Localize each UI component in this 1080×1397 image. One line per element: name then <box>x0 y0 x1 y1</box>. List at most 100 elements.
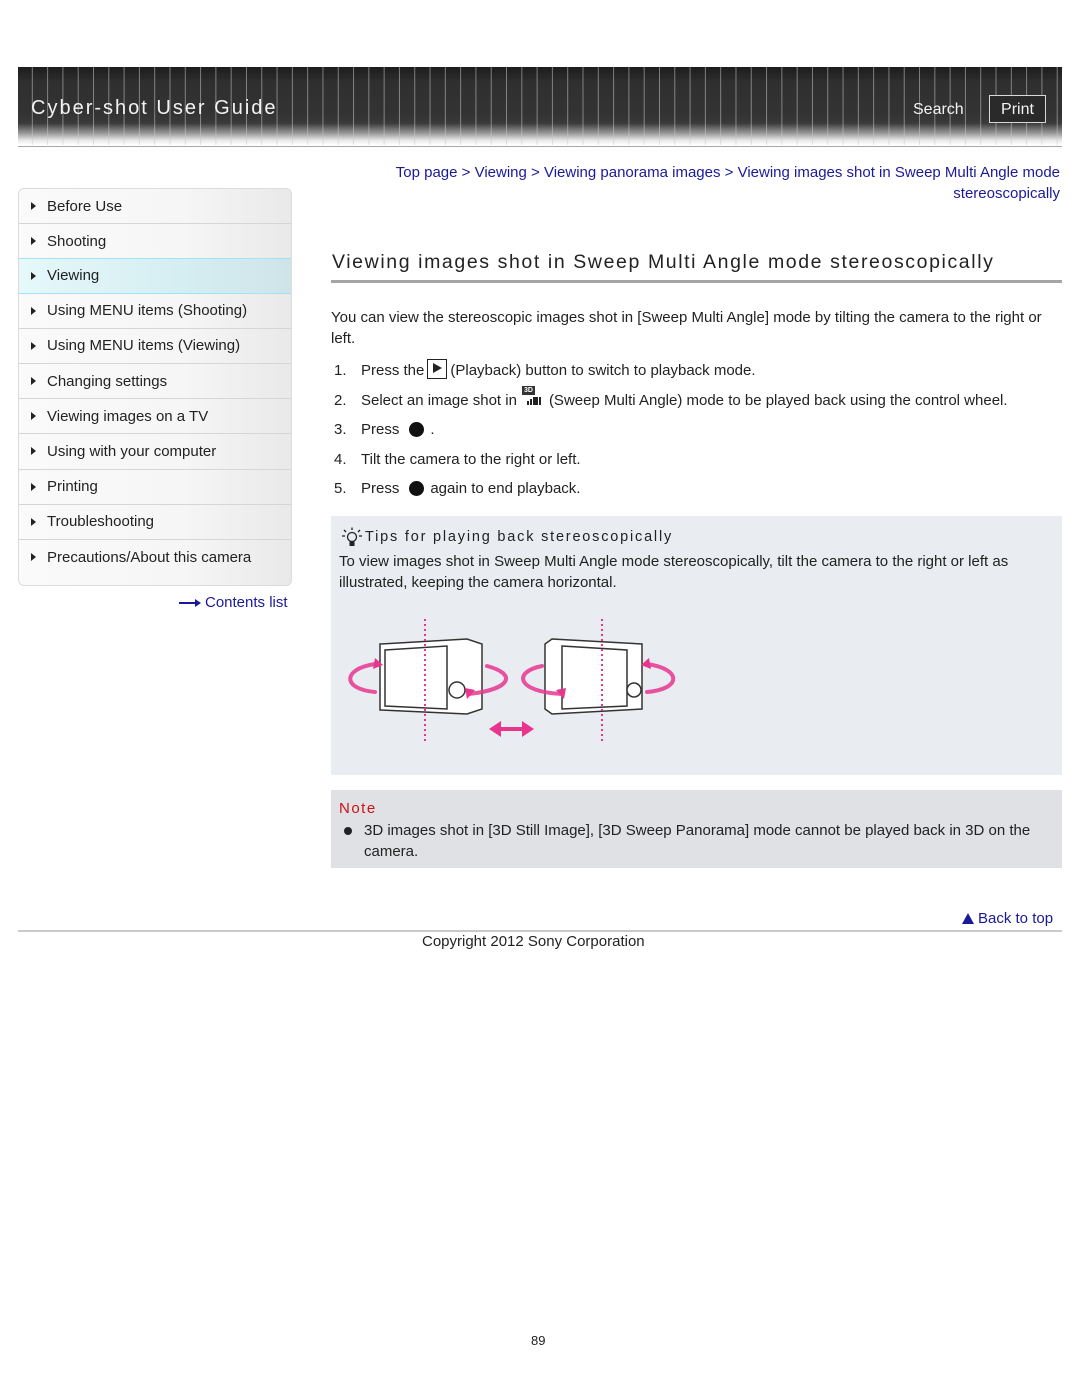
sidebar-item-label: Viewing images on a TV <box>47 407 209 425</box>
note-title: Note <box>339 800 377 817</box>
step-number: 5. <box>334 480 347 498</box>
sidebar-item-label: Before Use <box>47 197 123 215</box>
sidebar-item-menu-viewing[interactable]: Using MENU items (Viewing) <box>19 329 291 364</box>
double-arrow-icon <box>489 721 534 737</box>
lightbulb-icon <box>341 527 363 547</box>
back-to-top-link[interactable]: Back to top <box>962 910 1053 927</box>
step-number: 3. <box>334 421 347 439</box>
triangle-right-icon <box>31 553 36 562</box>
sidebar-item-changing-settings[interactable]: Changing settings <box>19 364 291 400</box>
step-text: Select an image shot in <box>361 391 517 409</box>
page-title: Viewing images shot in Sweep Multi Angle… <box>332 251 995 273</box>
breadcrumb-viewing-panorama[interactable]: Viewing panorama images <box>544 164 721 181</box>
step-item: 3. Press . <box>334 415 1064 445</box>
triangle-right-icon <box>31 517 36 526</box>
triangle-right-icon <box>31 202 36 211</box>
rotate-arrow <box>348 662 377 694</box>
step-item: 4. Tilt the camera to the right or left. <box>334 445 1064 475</box>
step-text: (Sweep Multi Angle) mode to be played ba… <box>548 391 1008 409</box>
sidebar-item-printing[interactable]: Printing <box>19 470 291 505</box>
breadcrumb-viewing[interactable]: Viewing <box>475 164 527 181</box>
step-number: 4. <box>334 450 347 468</box>
center-button-icon <box>409 481 425 497</box>
triangle-right-icon <box>31 377 36 386</box>
step-text: (Playback) button to switch to playback … <box>450 362 756 380</box>
sidebar-item-label: Precautions/About this camera <box>47 548 252 566</box>
sidebar-item-troubleshooting[interactable]: Troubleshooting <box>19 505 291 540</box>
bullet-icon <box>344 827 352 835</box>
triangle-right-icon <box>31 237 36 246</box>
tilt-camera-illustration <box>348 619 676 744</box>
breadcrumb-top-page[interactable]: Top page <box>396 164 458 181</box>
note-box: Note 3D images shot in [3D Still Image],… <box>331 790 1062 868</box>
sidebar-item-shooting[interactable]: Shooting <box>19 224 291 260</box>
sidebar-item-label: Using MENU items (Shooting) <box>47 302 248 320</box>
camera-tilted-left <box>379 638 483 715</box>
triangle-right-icon <box>31 412 36 421</box>
sidebar-item-menu-shooting[interactable]: Using MENU items (Shooting) <box>19 294 291 329</box>
title-divider <box>331 280 1062 283</box>
sidebar-item-viewing[interactable]: Viewing <box>19 258 291 294</box>
sidebar-item-label: Shooting <box>47 232 107 250</box>
sidebar-item-precautions[interactable]: Precautions/About this camera <box>19 540 291 575</box>
sidebar-item-label: Troubleshooting <box>47 513 155 531</box>
breadcrumb: Top page > Viewing > Viewing panorama im… <box>340 162 1060 204</box>
sidebar-item-before-use[interactable]: Before Use <box>19 189 291 225</box>
sidebar-item-computer[interactable]: Using with your computer <box>19 434 291 470</box>
contents-list-link[interactable]: Contents list <box>179 594 288 611</box>
sidebar-item-label: Printing <box>47 478 98 496</box>
tips-heading: Tips for playing back stereoscopically <box>341 527 673 547</box>
guide-title: Cyber-shot User Guide <box>31 97 278 119</box>
step-item: 2. Select an image shot in 3D (Sweep Mul… <box>334 386 1064 416</box>
breadcrumb-separator: > <box>720 164 738 181</box>
step-item: 5. Press again to end playback. <box>334 474 1064 504</box>
sidebar-item-label: Using with your computer <box>47 442 217 460</box>
tips-box: Tips for playing back stereoscopically T… <box>331 516 1062 775</box>
triangle-right-icon <box>31 271 36 280</box>
sidebar-item-viewing-on-tv[interactable]: Viewing images on a TV <box>19 399 291 435</box>
header-banner: Cyber-shot User Guide Search Print <box>18 67 1062 145</box>
step-number: 2. <box>334 391 347 409</box>
note-item-text: 3D images shot in [3D Still Image], [3D … <box>364 822 1031 860</box>
triangle-right-icon <box>31 447 36 456</box>
arrow-right-icon <box>179 598 201 607</box>
intro-paragraph: You can view the stereoscopic images sho… <box>331 309 1042 347</box>
breadcrumb-separator: > <box>457 164 475 181</box>
sweep-multi-angle-icon: 3D <box>520 386 546 408</box>
print-button[interactable]: Print <box>989 95 1046 123</box>
step-text: Press <box>361 421 400 439</box>
sidebar-item-label: Using MENU items (Viewing) <box>47 337 241 355</box>
tips-text: To view images shot in Sweep Multi Angle… <box>339 553 1009 591</box>
triangle-right-icon <box>31 341 36 350</box>
back-to-top-label: Back to top <box>978 910 1054 927</box>
center-button-icon <box>409 422 425 438</box>
page-number: 89 <box>531 1333 546 1348</box>
camera-tilted-right <box>544 638 643 715</box>
triangle-right-icon <box>31 306 36 315</box>
note-item: 3D images shot in [3D Still Image], [3D … <box>340 820 1055 862</box>
step-text: Press the <box>361 362 425 380</box>
steps-list: 1. Press the (Playback) button to switch… <box>334 356 1064 504</box>
triangle-up-icon <box>962 913 974 924</box>
step-text: . <box>430 421 435 439</box>
step-text: Tilt the camera to the right or left. <box>361 450 581 468</box>
sidebar-nav: Before Use Shooting Viewing Using MENU i… <box>18 188 292 586</box>
step-number: 1. <box>334 362 347 380</box>
footer-divider <box>18 930 1062 932</box>
triangle-right-icon <box>31 482 36 491</box>
header-divider <box>18 146 1062 147</box>
playback-icon <box>427 358 448 379</box>
contents-list-label: Contents list <box>205 594 288 611</box>
tips-title: Tips for playing back stereoscopically <box>365 529 674 545</box>
copyright-text: Copyright 2012 Sony Corporation <box>422 933 645 950</box>
rotate-arrow <box>645 662 676 694</box>
sweep-3d-badge: 3D <box>521 386 535 396</box>
sidebar-item-label: Viewing <box>47 267 100 285</box>
breadcrumb-current-page[interactable]: Viewing images shot in Sweep Multi Angle… <box>738 164 1060 202</box>
step-item: 1. Press the (Playback) button to switch… <box>334 356 1064 386</box>
search-link[interactable]: Search <box>913 101 964 119</box>
sidebar-item-label: Changing settings <box>47 372 168 390</box>
step-text: Press <box>361 480 400 498</box>
breadcrumb-separator: > <box>526 164 544 181</box>
step-text: again to end playback. <box>430 480 581 498</box>
